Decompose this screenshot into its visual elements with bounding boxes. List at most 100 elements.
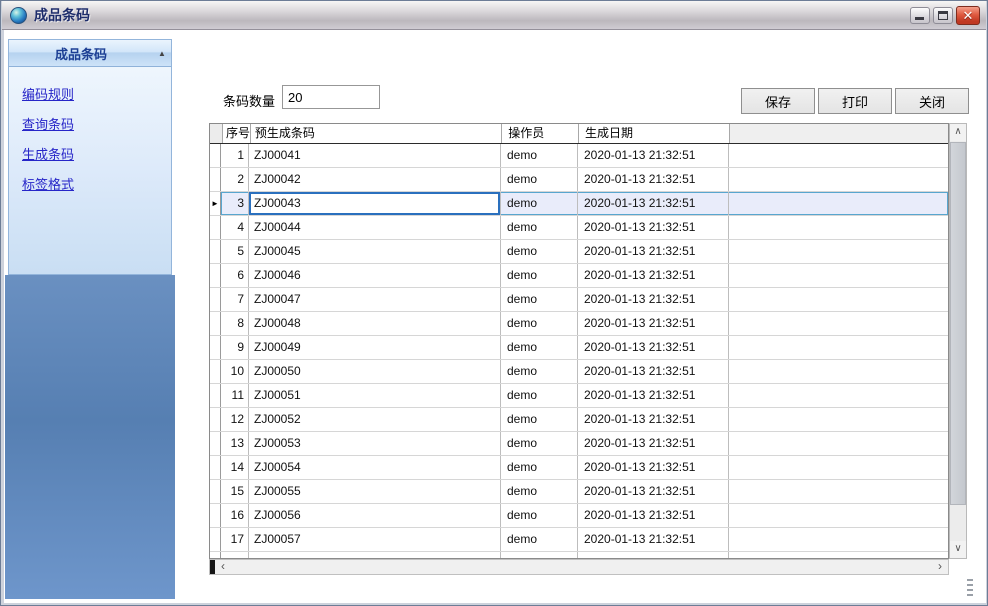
cell-barcode[interactable]: ZJ00047 xyxy=(249,288,501,311)
cell-filler[interactable] xyxy=(729,216,948,239)
row-selector[interactable] xyxy=(210,480,221,503)
cell-date[interactable]: 2020-01-13 21:32:51 xyxy=(578,480,729,503)
row-selector[interactable] xyxy=(210,360,221,383)
table-row[interactable]: 6ZJ00046demo2020-01-13 21:32:51 xyxy=(210,264,948,288)
cell-filler[interactable] xyxy=(729,384,948,407)
close-button[interactable]: ✕ xyxy=(956,6,980,25)
print-button[interactable]: 打印 xyxy=(818,88,892,114)
cell-seq[interactable]: 14 xyxy=(221,456,249,479)
cell-filler[interactable] xyxy=(729,432,948,455)
cell-filler[interactable] xyxy=(729,408,948,431)
cell-barcode[interactable]: ZJ00042 xyxy=(249,168,501,191)
cell-filler[interactable] xyxy=(729,288,948,311)
cell-barcode[interactable]: ZJ00046 xyxy=(249,264,501,287)
cell-seq[interactable]: 5 xyxy=(221,240,249,263)
cell-operator[interactable]: demo xyxy=(501,264,578,287)
row-selector[interactable] xyxy=(210,264,221,287)
horizontal-scrollbar[interactable]: ‹ › xyxy=(209,559,949,575)
table-row[interactable]: 7ZJ00047demo2020-01-13 21:32:51 xyxy=(210,288,948,312)
cell-date[interactable]: 2020-01-13 21:32:51 xyxy=(578,312,729,335)
row-selector[interactable] xyxy=(210,240,221,263)
cell-seq[interactable]: 6 xyxy=(221,264,249,287)
cell-barcode[interactable]: ZJ00057 xyxy=(249,528,501,551)
cell-date[interactable]: 2020-01-13 21:32:51 xyxy=(578,432,729,455)
row-selector[interactable] xyxy=(210,216,221,239)
cell-date[interactable]: 2020-01-13 21:32:51 xyxy=(578,456,729,479)
cell-barcode[interactable]: ZJ00041 xyxy=(249,144,501,167)
cell-filler[interactable] xyxy=(729,480,948,503)
cell-filler[interactable] xyxy=(729,264,948,287)
row-selector[interactable] xyxy=(210,432,221,455)
vertical-scrollbar[interactable]: ∧ ∨ xyxy=(949,123,967,559)
hscroll-track[interactable] xyxy=(231,560,932,574)
cell-date[interactable]: 2020-01-13 21:32:51 xyxy=(578,504,729,527)
cell-seq[interactable]: 12 xyxy=(221,408,249,431)
sidebar-item-label-format[interactable]: 标签格式 xyxy=(9,170,171,200)
close-form-button[interactable]: 关闭 xyxy=(895,88,969,114)
cell-operator[interactable]: demo xyxy=(501,480,578,503)
cell-operator[interactable]: demo xyxy=(501,456,578,479)
row-selector[interactable] xyxy=(210,168,221,191)
header-seq[interactable]: 序号 xyxy=(223,124,251,143)
cell-filler[interactable] xyxy=(729,168,948,191)
cell-filler[interactable] xyxy=(729,312,948,335)
cell-operator[interactable]: demo xyxy=(501,240,578,263)
maximize-button[interactable] xyxy=(933,7,953,24)
cell-date[interactable]: 2020-01-13 21:32:51 xyxy=(578,168,729,191)
table-row[interactable]: 17ZJ00057demo2020-01-13 21:32:51 xyxy=(210,528,948,552)
cell-operator[interactable]: demo xyxy=(501,336,578,359)
cell-filler[interactable] xyxy=(729,240,948,263)
row-selector[interactable] xyxy=(210,384,221,407)
cell-operator[interactable]: demo xyxy=(501,288,578,311)
cell-filler[interactable] xyxy=(729,360,948,383)
cell-filler[interactable] xyxy=(729,456,948,479)
cell-date[interactable]: 2020-01-13 21:32:51 xyxy=(578,528,729,551)
sidebar-group-header[interactable]: 成品条码 ▲ xyxy=(9,40,171,67)
cell-operator[interactable]: demo xyxy=(501,312,578,335)
table-row[interactable]: 11ZJ00051demo2020-01-13 21:32:51 xyxy=(210,384,948,408)
cell-barcode[interactable]: ZJ00056 xyxy=(249,504,501,527)
scroll-right-icon[interactable]: › xyxy=(932,560,948,574)
save-button[interactable]: 保存 xyxy=(741,88,815,114)
table-row[interactable]: ►3ZJ00043demo2020-01-13 21:32:51 xyxy=(210,192,948,216)
cell-operator[interactable]: demo xyxy=(501,408,578,431)
cell-seq[interactable]: 1 xyxy=(221,144,249,167)
cell-barcode[interactable]: ZJ00055 xyxy=(249,480,501,503)
sidebar-item-query-barcode[interactable]: 查询条码 xyxy=(9,110,171,140)
header-operator[interactable]: 操作员 xyxy=(502,124,579,143)
table-row[interactable]: 13ZJ00053demo2020-01-13 21:32:51 xyxy=(210,432,948,456)
cell-barcode[interactable]: ZJ00043 xyxy=(249,192,501,215)
row-selector[interactable]: ► xyxy=(210,192,221,215)
cell-operator[interactable]: demo xyxy=(501,144,578,167)
cell-seq[interactable]: 13 xyxy=(221,432,249,455)
collapse-arrow-icon[interactable]: ▲ xyxy=(153,49,171,58)
cell-barcode[interactable]: ZJ00044 xyxy=(249,216,501,239)
scroll-down-icon[interactable]: ∨ xyxy=(950,541,966,558)
row-selector[interactable] xyxy=(210,456,221,479)
row-selector[interactable] xyxy=(210,504,221,527)
cell-seq[interactable]: 3 xyxy=(221,192,249,215)
table-row[interactable]: 4ZJ00044demo2020-01-13 21:32:51 xyxy=(210,216,948,240)
scroll-up-icon[interactable]: ∧ xyxy=(950,124,966,141)
header-barcode[interactable]: 预生成条码 xyxy=(251,124,502,143)
cell-seq[interactable]: 16 xyxy=(221,504,249,527)
cell-date[interactable]: 2020-01-13 21:32:51 xyxy=(578,264,729,287)
cell-barcode[interactable]: ZJ00050 xyxy=(249,360,501,383)
table-row[interactable]: 10ZJ00050demo2020-01-13 21:32:51 xyxy=(210,360,948,384)
cell-seq[interactable]: 7 xyxy=(221,288,249,311)
cell-filler[interactable] xyxy=(729,504,948,527)
cell-operator[interactable]: demo xyxy=(501,432,578,455)
cell-date[interactable]: 2020-01-13 21:32:51 xyxy=(578,144,729,167)
cell-date[interactable]: 2020-01-13 21:32:51 xyxy=(578,360,729,383)
cell-date[interactable]: 2020-01-13 21:32:51 xyxy=(578,552,729,559)
title-bar[interactable]: 成品条码 ✕ xyxy=(2,1,986,30)
table-row[interactable]: 16ZJ00056demo2020-01-13 21:32:51 xyxy=(210,504,948,528)
cell-seq[interactable]: 10 xyxy=(221,360,249,383)
row-selector[interactable] xyxy=(210,144,221,167)
cell-date[interactable]: 2020-01-13 21:32:51 xyxy=(578,216,729,239)
cell-barcode[interactable]: ZJ00052 xyxy=(249,408,501,431)
minimize-button[interactable] xyxy=(910,7,930,24)
cell-barcode[interactable]: ZJ00049 xyxy=(249,336,501,359)
cell-operator[interactable]: demo xyxy=(501,360,578,383)
cell-barcode[interactable]: ZJ00045 xyxy=(249,240,501,263)
